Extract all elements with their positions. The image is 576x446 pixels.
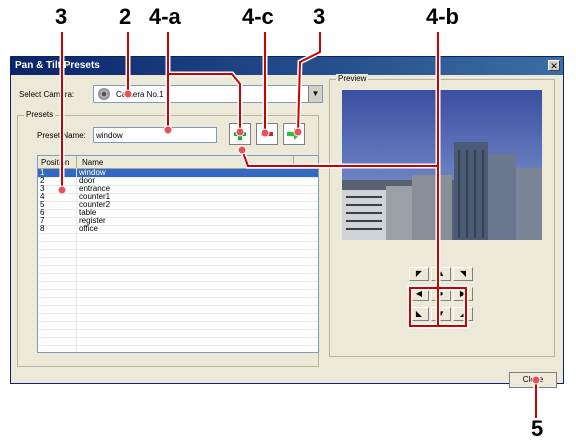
add-preset-button[interactable] (229, 123, 251, 145)
arrow-right-icon (287, 128, 301, 140)
pan-tilt-presets-dialog: Pan & Tilt Presets ✕ Select Camera: Came… (10, 56, 564, 388)
pan-down-left-button[interactable]: ◣ (409, 307, 429, 321)
callout-2: 2 (119, 4, 132, 29)
empty-list-row (38, 345, 318, 352)
window-close-icon[interactable]: ✕ (548, 60, 560, 71)
column-line (76, 168, 77, 352)
pan-right-button[interactable]: ▶ (453, 287, 473, 301)
move-to-preset-button[interactable] (283, 123, 305, 145)
home-position-button[interactable]: ● (431, 287, 451, 301)
column-divider (76, 156, 77, 168)
minus-icon (261, 132, 273, 136)
remove-preset-button[interactable] (256, 123, 278, 145)
ptz-control-pad: ◤ ▲ ◥ ◀ ● ▶ ◣ ▼ ◢ (409, 267, 477, 323)
camera-icon (98, 88, 110, 100)
chevron-down-icon[interactable]: ▼ (308, 86, 322, 102)
pan-left-button[interactable]: ◀ (409, 287, 429, 301)
list-item-name: office (79, 224, 98, 233)
select-camera-label: Select Camera: (19, 90, 75, 99)
preset-list[interactable]: Position Name 1 window 2 door 3 entrance 4 coun… (37, 155, 319, 353)
callout-3-right: 3 (313, 4, 326, 29)
title-bar[interactable]: Pan & Tilt Presets ✕ (11, 57, 563, 75)
tilt-up-button[interactable]: ▲ (431, 267, 451, 281)
tilt-down-button[interactable]: ▼ (431, 307, 451, 321)
preset-name-label: Preset Name: (37, 131, 86, 140)
callout-3-left: 3 (55, 4, 68, 29)
close-button[interactable]: Close (509, 372, 557, 388)
column-divider (293, 156, 294, 168)
callout-5: 5 (531, 416, 544, 441)
list-item-position: 8 (40, 224, 45, 233)
callout-4-b: 4-b (426, 4, 459, 29)
callout-4-a: 4-a (149, 4, 181, 29)
preset-name-input[interactable]: window (93, 127, 217, 143)
pan-up-right-button[interactable]: ◥ (453, 267, 473, 281)
column-name[interactable]: Name (82, 158, 103, 167)
plus-icon (234, 128, 246, 140)
preview-group-title: Preview (336, 74, 369, 83)
pan-down-right-button[interactable]: ◢ (453, 307, 473, 321)
pan-up-left-button[interactable]: ◤ (409, 267, 429, 281)
window-title: Pan & Tilt Presets (15, 60, 100, 71)
camera-select[interactable]: Camera No.1 ▼ (93, 85, 323, 103)
column-position[interactable]: Position (41, 158, 69, 167)
camera-preview-image (342, 90, 542, 240)
presets-group-title: Presets (24, 110, 56, 119)
camera-select-value: Camera No.1 (116, 90, 164, 99)
callout-4-c: 4-c (242, 4, 274, 29)
